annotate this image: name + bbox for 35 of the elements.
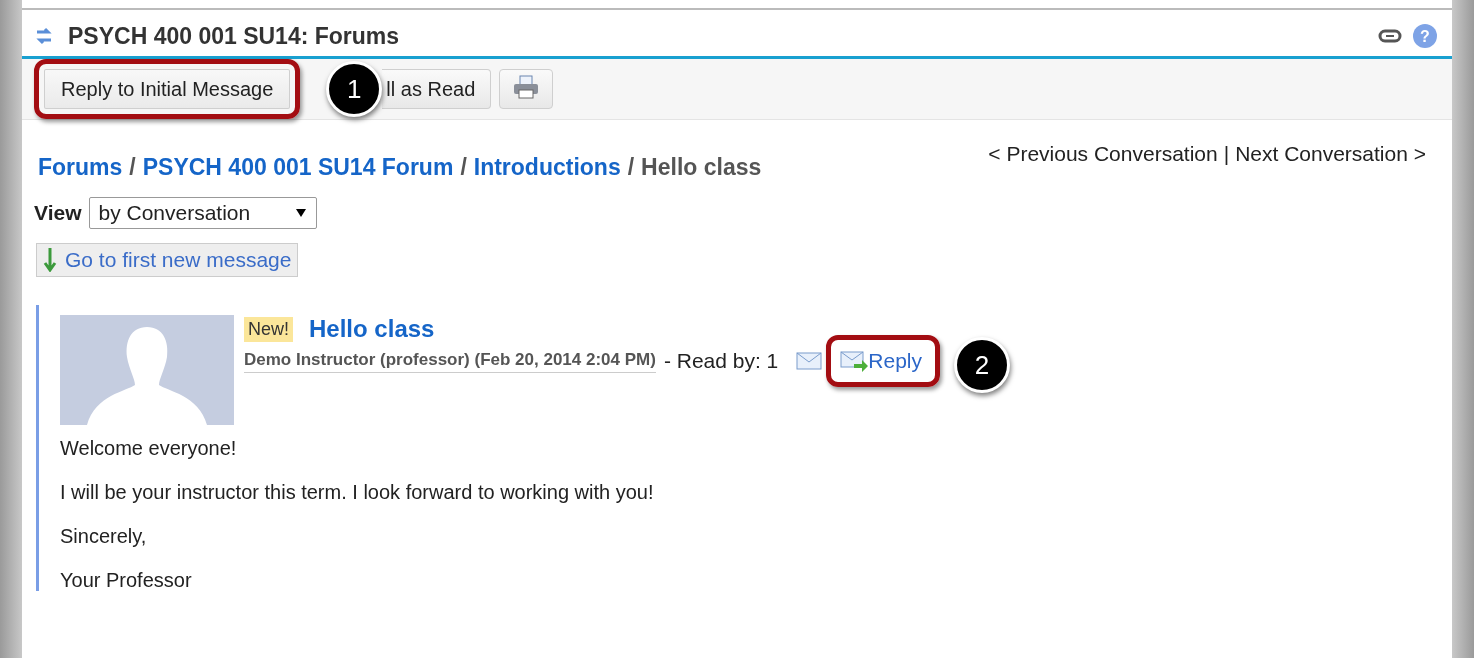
envelope-icon[interactable] xyxy=(796,352,823,370)
breadcrumb-current: Hello class xyxy=(641,154,762,181)
message-paragraph: Your Professor xyxy=(60,569,193,591)
nav-separator: | xyxy=(1223,142,1230,166)
message-title[interactable]: Hello class xyxy=(309,315,435,343)
breadcrumb-separator: / xyxy=(129,154,136,181)
callout-badge: 1 xyxy=(326,61,383,117)
message-paragraph: Welcome everyone! xyxy=(60,437,238,459)
message-paragraph: I will be your instructor this term. I look forward to working with you! xyxy=(60,481,655,503)
down-arrow-icon xyxy=(43,248,57,272)
toolbar-button[interactable]: ll as Read xyxy=(382,69,492,109)
breadcrumb-separator: / xyxy=(627,154,635,181)
previous-link[interactable]: < Previous Conversation xyxy=(988,142,1218,166)
view-label: View xyxy=(34,201,82,225)
callout-badge: 2 xyxy=(954,337,1010,393)
reply-link[interactable]: Reply xyxy=(836,347,926,375)
author-line: Demo Instructor (professor) (Feb 20, 2014 2:04 PM) xyxy=(244,349,656,373)
breadcrumb-link[interactable]: PSYCH 400 001 SU14 Forum xyxy=(142,154,454,181)
print-button[interactable] xyxy=(499,69,554,109)
toolbar-button[interactable]: Reply to Initial Message xyxy=(34,59,301,119)
message-paragraph: Sincerely, xyxy=(60,525,148,547)
page-title: PSYCH 400 001 SU14: Forums xyxy=(68,22,400,50)
next-link[interactable]: Next Conversation > xyxy=(1235,142,1426,166)
printer-icon xyxy=(512,74,541,100)
read-count: - Read by: 1 xyxy=(663,349,779,373)
breadcrumb-separator: / xyxy=(460,154,467,181)
first-new-button[interactable]: Go to first new message xyxy=(36,243,299,277)
link-icon[interactable] xyxy=(1378,29,1402,43)
caret-icon xyxy=(296,209,307,217)
breadcrumb-link[interactable]: Introductions xyxy=(473,154,621,181)
envelope-arrow-icon xyxy=(840,350,869,372)
arrows-icon[interactable] xyxy=(34,25,54,47)
new-badge: New! xyxy=(244,316,293,342)
breadcrumb-link[interactable]: Forums xyxy=(38,154,123,181)
view-dropdown[interactable]: by Conversation xyxy=(89,197,318,229)
